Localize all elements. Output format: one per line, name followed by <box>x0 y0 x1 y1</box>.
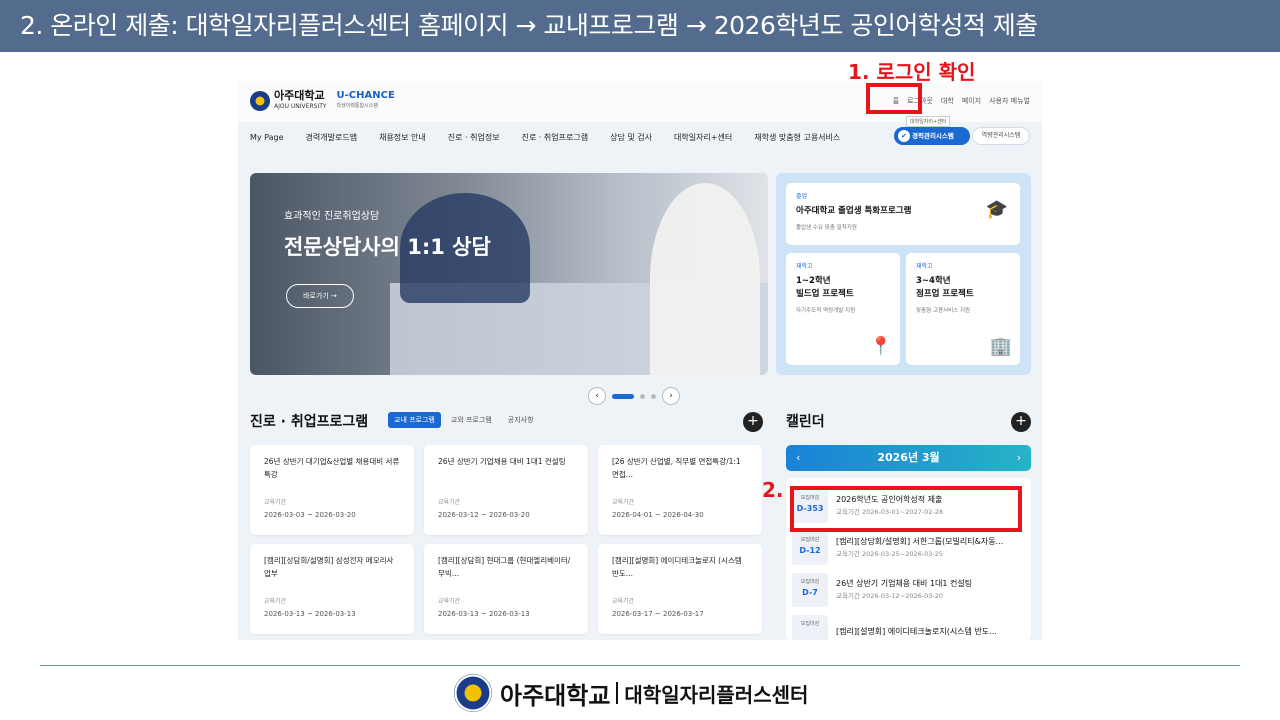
footer-divider <box>40 665 1240 666</box>
jumpup-project-card[interactable]: 재학고 3~4학년 점프업 프로젝트 맞춤형 고용서비스 지원 🏢 <box>906 253 1020 365</box>
nav-mypage[interactable]: My Page <box>250 133 284 142</box>
carousel-next-icon[interactable]: › <box>662 387 680 405</box>
buildup-project-card[interactable]: 재학고 1~2학년 빌드업 프로젝트 자기주도적 역량개발 지원 📍 <box>786 253 900 365</box>
calendar-month-bar: ‹ 2026년 3월 › <box>786 445 1031 471</box>
building-icon: 🏢 <box>989 336 1012 357</box>
util-page-link[interactable]: 페이지 <box>962 96 981 106</box>
calendar-next-icon[interactable]: › <box>1017 445 1021 471</box>
hero-person-image <box>650 183 760 375</box>
hero-go-button[interactable]: 바로가기 → <box>286 284 354 308</box>
calendar-item[interactable]: 모집마감 [캠리][설명회] 에이디테크놀로지(시스템 반도... <box>792 612 1028 640</box>
nav-career-info[interactable]: 진로 · 취업정보 <box>448 132 500 143</box>
slide-title: 2. 온라인 제출: 대학일자리플러스센터 홈페이지 → 교내프로그램 → 20… <box>0 0 1280 52</box>
university-seal-icon <box>454 674 492 712</box>
site-logo[interactable]: 아주대학교 AJOU UNIVERSITY U-CHANCE 학생이력통합시스템 <box>250 90 395 112</box>
submission-item-highlight <box>790 486 1022 532</box>
dday-badge: 모집마감 <box>792 615 828 640</box>
calendar-month: 2026년 3월 <box>877 451 940 464</box>
step1-annotation: 1. 로그인 확인 <box>848 60 976 84</box>
programs-more-button[interactable]: + <box>743 412 763 432</box>
util-univ-link[interactable]: 대학 <box>941 96 954 106</box>
website-screenshot: 아주대학교 AJOU UNIVERSITY U-CHANCE 학생이력통합시스템… <box>238 82 1042 640</box>
university-seal-icon <box>250 91 270 111</box>
side-panel: 졸업 아주대학교 졸업생 특화프로그램 졸업생 수요 맞춤 밀착지원 🎓 재학고… <box>776 173 1031 375</box>
carousel-dot[interactable] <box>651 393 656 399</box>
graduate-program-card[interactable]: 졸업 아주대학교 졸업생 특화프로그램 졸업생 수요 맞춤 밀착지원 🎓 <box>786 183 1020 245</box>
calendar-item[interactable]: 모집마감 D-7 26년 상반기 기업채용 대비 1대1 컨설팅 교육기간 2026… <box>792 570 1028 610</box>
calendar-title: 캘린더 <box>786 414 825 430</box>
hero-subtitle: 효과적인 진로취업상담 <box>284 211 380 222</box>
nav-roadmap[interactable]: 경력개발로드맵 <box>306 132 358 143</box>
tab-internal[interactable]: 교내 프로그램 <box>388 412 441 428</box>
carousel-dot-active[interactable] <box>612 393 634 399</box>
carousel-controls: ‹ › <box>588 387 680 405</box>
calendar-item[interactable]: 모집마감 D-12 [캠리][상담회/설명회] 서한그룹(모빌리티&자동... 교육… <box>792 528 1028 568</box>
footer-logo: 아주대학교 대학일자리플러스센터 <box>454 674 808 712</box>
dday-badge: 모집마감 D-12 <box>792 531 828 565</box>
programs-title: 진로 · 취업프로그램 <box>250 414 369 430</box>
footer-separator <box>616 682 619 704</box>
footer-university-name: 아주대학교 <box>500 681 611 710</box>
nav-counseling[interactable]: 상담 및 검사 <box>610 132 652 143</box>
competency-system-button[interactable]: 역량관리시스템 <box>972 127 1030 145</box>
nav-career-program[interactable]: 진로 · 취업프로그램 <box>522 132 589 143</box>
hero-title: 전문상담사의 1:1 상담 <box>284 235 491 259</box>
uchance-logo: U-CHANCE 학생이력통합시스템 <box>336 90 395 110</box>
carousel-dot[interactable] <box>640 393 645 399</box>
career-system-button[interactable]: 경력관리시스템 <box>894 127 970 145</box>
logo-text: 아주대학교 AJOU UNIVERSITY <box>274 89 327 110</box>
program-card[interactable]: 26년 상반기 기업채용 대비 1대1 컨설팅 교육기간 2026-03-12 … <box>424 445 588 535</box>
footer-center-name: 대학일자리플러스센터 <box>624 682 809 707</box>
nav-employment-service[interactable]: 재학생 맞춤형 고용서비스 <box>754 132 840 143</box>
graduation-cap-icon: 🎓 <box>985 199 1008 220</box>
program-card[interactable]: [캠리][상담회] 현대그룹 (현대엘리베이터/무빅... 교육기간 2026-… <box>424 544 588 634</box>
step2-annotation: 2. <box>762 478 784 502</box>
calendar-prev-icon[interactable]: ‹ <box>796 445 800 471</box>
nav-jobs[interactable]: 채용정보 안내 <box>379 132 426 143</box>
map-pin-icon: 📍 <box>869 336 892 357</box>
program-card[interactable]: [캠리][설명회] 에이디테크놀로지 (시스템 반도... 교육기간 2026-… <box>598 544 762 634</box>
tab-external[interactable]: 교외 프로그램 <box>445 412 498 428</box>
program-card[interactable]: [26 상반기 산업별, 직무별 면접특강/1:1 면접... 교육기간 202… <box>598 445 762 535</box>
tab-notice[interactable]: 공지사항 <box>502 412 540 428</box>
program-card[interactable]: 26년 상반기 대기업&산업별 채용대비 서류 특강 교육기간 2026-03-… <box>250 445 414 535</box>
program-tabs: 교내 프로그램 교외 프로그램 공지사항 <box>388 412 540 428</box>
login-check-highlight <box>866 83 922 114</box>
calendar-more-button[interactable]: + <box>1011 412 1031 432</box>
hero-banner[interactable]: 효과적인 진로취업상담 전문상담사의 1:1 상담 바로가기 → <box>250 173 768 375</box>
dday-badge: 모집마감 D-7 <box>792 573 828 607</box>
carousel-prev-icon[interactable]: ‹ <box>588 387 606 405</box>
nav-job-center[interactable]: 대학일자리+센터 <box>674 132 732 143</box>
program-card[interactable]: [캠리][상담회/설명회] 삼성전자 메모리사업부 교육기간 2026-03-1… <box>250 544 414 634</box>
util-manual-link[interactable]: 사용자 메뉴얼 <box>989 96 1030 106</box>
